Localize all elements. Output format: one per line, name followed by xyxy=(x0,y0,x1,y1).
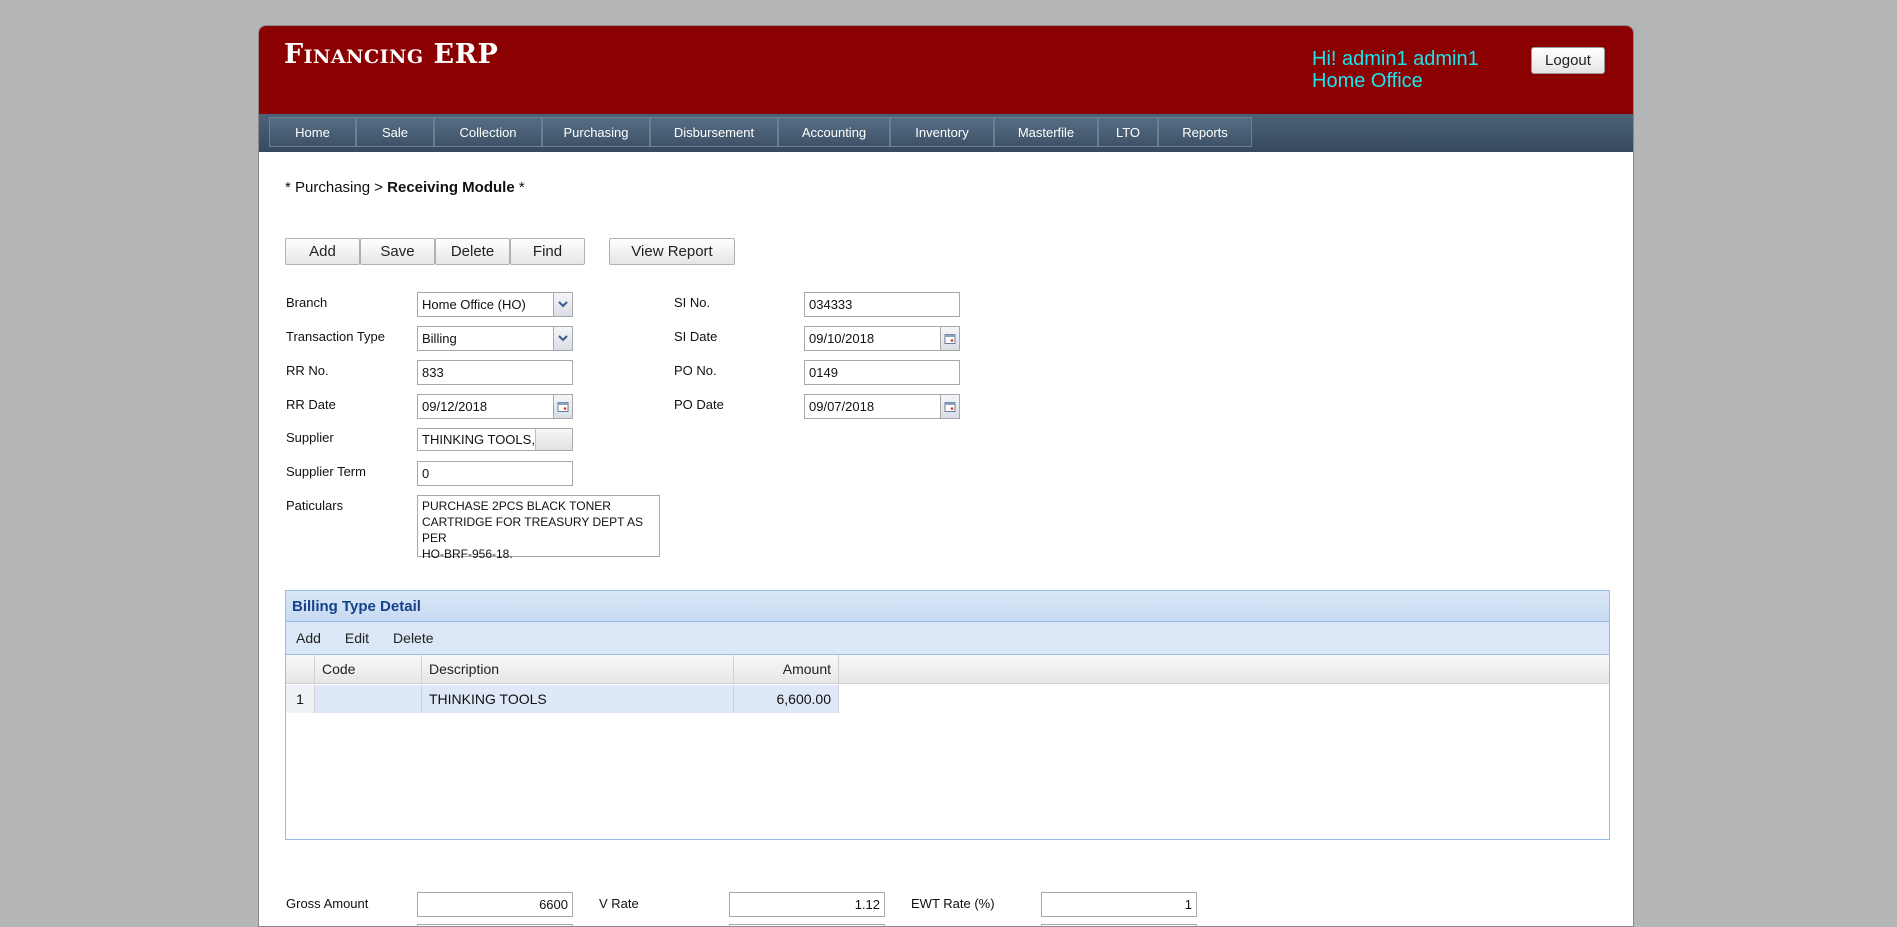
rr-date-value: 09/12/2018 xyxy=(422,399,488,414)
nav-disbursement[interactable]: Disbursement xyxy=(650,117,778,147)
transaction-type-label: Transaction Type xyxy=(286,329,385,344)
cell-description: THINKING TOOLS xyxy=(422,685,734,713)
ewt-rate-input[interactable]: 1 xyxy=(1041,892,1197,917)
si-date-value: 09/10/2018 xyxy=(809,331,875,346)
branch-value: Home Office (HO) xyxy=(422,297,526,312)
table-row[interactable]: 1 THINKING TOOLS 6,600.00 xyxy=(286,685,839,713)
row-number: 1 xyxy=(286,685,315,713)
find-button[interactable]: Find xyxy=(510,238,585,265)
supplier-term-label: Supplier Term xyxy=(286,464,366,479)
nav-purchasing[interactable]: Purchasing xyxy=(542,117,650,147)
nav-masterfile[interactable]: Masterfile xyxy=(994,117,1098,147)
calendar-icon[interactable] xyxy=(553,395,572,418)
si-no-input[interactable]: 034333 xyxy=(804,292,960,317)
po-date-value: 09/07/2018 xyxy=(809,399,875,414)
cell-code xyxy=(315,685,422,713)
rr-date-input[interactable]: 09/12/2018 xyxy=(417,394,573,419)
v-rate-input[interactable]: 1.12 xyxy=(729,892,885,917)
transaction-type-select[interactable]: Billing xyxy=(417,326,573,351)
view-report-button[interactable]: View Report xyxy=(609,238,735,265)
detail-edit-button[interactable]: Edit xyxy=(345,630,369,646)
nav-collection[interactable]: Collection xyxy=(434,117,542,147)
brand-logo: Financing ERP xyxy=(284,39,499,70)
chevron-down-icon[interactable] xyxy=(553,293,572,316)
nav-lto[interactable]: LTO xyxy=(1098,117,1158,147)
nav-inventory[interactable]: Inventory xyxy=(890,117,994,147)
chevron-down-icon[interactable] xyxy=(553,327,572,350)
cell-amount: 6,600.00 xyxy=(734,685,839,713)
rr-date-label: RR Date xyxy=(286,397,336,412)
gross-amount-input[interactable]: 6600 xyxy=(417,892,573,917)
main-nav: Home Sale Collection Purchasing Disburse… xyxy=(259,114,1633,152)
branch-select[interactable]: Home Office (HO) xyxy=(417,292,573,317)
calendar-icon[interactable] xyxy=(940,395,959,418)
nav-home[interactable]: Home xyxy=(269,117,356,147)
gross-amount-label: Gross Amount xyxy=(286,896,369,911)
v-rate-label: V Rate xyxy=(599,896,639,911)
breadcrumb: * Purchasing > Receiving Module * xyxy=(285,179,525,196)
po-no-label: PO No. xyxy=(674,363,717,378)
column-header-description[interactable]: Description xyxy=(422,655,734,683)
particulars-label: Paticulars xyxy=(286,498,344,513)
row-number-header xyxy=(286,655,315,683)
add-button[interactable]: Add xyxy=(285,238,360,265)
app-window: Financing ERP Hi! admin1 admin1 Home Off… xyxy=(258,25,1634,927)
po-date-label: PO Date xyxy=(674,397,724,412)
detail-add-button[interactable]: Add xyxy=(296,630,321,646)
grid-header: Code Description Amount xyxy=(286,655,1609,684)
column-header-code[interactable]: Code xyxy=(315,655,422,683)
nav-reports[interactable]: Reports xyxy=(1158,117,1252,147)
po-no-input[interactable]: 0149 xyxy=(804,360,960,385)
logout-button[interactable]: Logout xyxy=(1531,47,1605,74)
branch-label: Branch xyxy=(286,295,328,310)
panel-title: Billing Type Detail xyxy=(286,591,1609,622)
si-no-label: SI No. xyxy=(674,295,711,310)
calendar-icon[interactable] xyxy=(940,327,959,350)
app-header: Financing ERP Hi! admin1 admin1 Home Off… xyxy=(259,26,1633,114)
si-date-label: SI Date xyxy=(674,329,718,344)
rr-no-label: RR No. xyxy=(286,363,329,378)
user-greeting: Hi! admin1 admin1 Home Office xyxy=(1312,48,1479,92)
column-header-amount[interactable]: Amount xyxy=(734,655,839,683)
breadcrumb-suffix: * xyxy=(518,179,525,196)
detail-toolbar: Add Edit Delete xyxy=(286,622,1609,655)
supplier-lookup-button[interactable] xyxy=(535,429,572,450)
breadcrumb-current: Receiving Module xyxy=(387,179,515,196)
supplier-label: Supplier xyxy=(286,430,334,445)
supplier-input[interactable]: THINKING TOOLS, I xyxy=(417,428,573,451)
ewt-rate-label: EWT Rate (%) xyxy=(911,896,995,911)
billing-type-detail-panel: Billing Type Detail Add Edit Delete Code… xyxy=(285,590,1610,840)
greeting-text: Hi! admin1 admin1 xyxy=(1312,48,1479,70)
save-button[interactable]: Save xyxy=(360,238,435,265)
supplier-term-input[interactable]: 0 xyxy=(417,461,573,486)
delete-button[interactable]: Delete xyxy=(435,238,510,265)
si-date-input[interactable]: 09/10/2018 xyxy=(804,326,960,351)
particulars-textarea[interactable]: PURCHASE 2PCS BLACK TONER CARTRIDGE FOR … xyxy=(417,495,660,561)
nav-sale[interactable]: Sale xyxy=(356,117,434,147)
transaction-type-value: Billing xyxy=(422,331,457,346)
breadcrumb-prefix: * Purchasing > xyxy=(285,179,383,196)
detail-delete-button[interactable]: Delete xyxy=(393,630,433,646)
office-text: Home Office xyxy=(1312,70,1423,92)
rr-no-input[interactable]: 833 xyxy=(417,360,573,385)
nav-accounting[interactable]: Accounting xyxy=(778,117,890,147)
supplier-value: THINKING TOOLS, I xyxy=(422,432,543,447)
po-date-input[interactable]: 09/07/2018 xyxy=(804,394,960,419)
